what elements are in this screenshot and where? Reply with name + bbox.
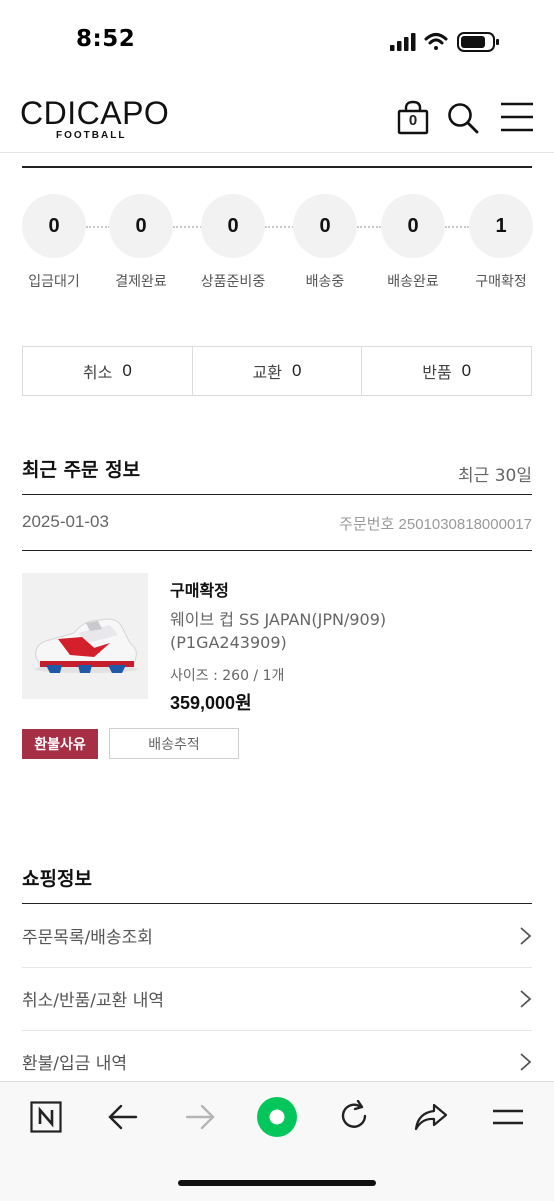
menu-order-list[interactable]: 주문목록/배송조회 <box>22 904 532 968</box>
menu-button[interactable] <box>500 102 534 132</box>
order-number[interactable]: 주문번호 2501030818000017 <box>339 513 532 534</box>
step-count-pending-deposit[interactable]: 0 <box>22 194 86 258</box>
step-label-payment-complete: 결제완료 <box>115 274 167 290</box>
search-button[interactable] <box>447 102 479 134</box>
reload-button[interactable] <box>338 1099 370 1132</box>
step-label-shipping: 배송중 <box>305 274 345 290</box>
product-price: 359,000원 <box>170 693 252 713</box>
step-connector <box>265 226 294 228</box>
claim-exchange-label: 교환 <box>252 363 282 382</box>
forward-arrow-icon <box>185 1104 215 1130</box>
battery-icon <box>457 32 499 52</box>
cart-button[interactable]: 0 <box>396 100 430 136</box>
green-home-button[interactable] <box>256 1096 298 1138</box>
forward-button[interactable] <box>185 1103 215 1131</box>
step-connector <box>445 226 469 228</box>
product-name[interactable]: 웨이브 컵 SS JAPAN(JPN/909) (P1GA243909) <box>170 608 450 654</box>
claim-return-count: 0 <box>461 361 472 380</box>
menu-cancel-return-exchange-label: 취소/반품/교환 내역 <box>22 991 164 1011</box>
green-dot-home-icon <box>257 1097 297 1137</box>
cart-count: 0 <box>408 112 418 129</box>
claim-return[interactable]: 반품 0 <box>362 347 531 395</box>
home-indicator[interactable] <box>178 1180 376 1186</box>
refund-reason-button[interactable]: 환불사유 <box>22 729 98 759</box>
section-divider <box>22 494 532 495</box>
menu-refund-deposit-label: 환불/입금 내역 <box>22 1054 127 1074</box>
order-divider <box>22 550 532 551</box>
step-label-purchase-confirmed: 구매확정 <box>475 274 527 290</box>
signal-icon <box>390 33 416 51</box>
recent-orders-period[interactable]: 최근 30일 <box>458 461 532 486</box>
back-arrow-icon <box>108 1104 138 1130</box>
menu-cancel-return-exchange[interactable]: 취소/반품/교환 내역 <box>22 967 532 1031</box>
claim-return-label: 반품 <box>422 363 452 382</box>
share-icon <box>414 1103 448 1131</box>
product-order-status: 구매확정 <box>170 581 229 600</box>
claim-cancel-count: 0 <box>122 361 132 380</box>
menu-icon <box>501 102 533 132</box>
hamburger-icon <box>493 1109 523 1125</box>
step-count-purchase-confirmed[interactable]: 1 <box>469 194 533 258</box>
menu-order-list-label: 주문목록/배송조회 <box>22 928 153 948</box>
reload-icon <box>341 1099 367 1128</box>
logo-sub-text: FOOTBALL <box>56 130 127 141</box>
step-connector <box>357 226 381 228</box>
step-label-preparing: 상품준비중 <box>200 274 266 290</box>
step-count-preparing[interactable]: 0 <box>201 194 265 258</box>
step-count-payment-complete[interactable]: 0 <box>109 194 173 258</box>
logo-main-text: CDICAPO <box>20 95 170 131</box>
share-button[interactable] <box>414 1102 448 1132</box>
step-label-pending-deposit: 입금대기 <box>28 274 80 290</box>
shopping-info-title: 쇼핑정보 <box>22 868 92 890</box>
step-connector <box>86 226 110 228</box>
step-connector <box>173 226 202 228</box>
chevron-right-icon <box>520 926 532 945</box>
step-count-shipping[interactable]: 0 <box>293 194 357 258</box>
chevron-right-icon <box>520 1052 532 1071</box>
wifi-icon <box>424 33 448 50</box>
claims-summary: 취소 0 교환 0 반품 0 <box>22 346 532 396</box>
claim-cancel-label: 취소 <box>82 363 113 382</box>
naver-n-icon <box>30 1101 62 1133</box>
product-name-line1: 웨이브 컵 SS JAPAN(JPN/909) <box>170 610 387 629</box>
browser-menu-button[interactable] <box>492 1107 524 1127</box>
order-date: 2025-01-03 <box>22 512 109 531</box>
back-button[interactable] <box>108 1103 138 1131</box>
recent-orders-title: 최근 주문 정보 <box>22 459 141 481</box>
product-thumbnail[interactable] <box>22 573 148 699</box>
naver-home-button[interactable] <box>30 1101 62 1133</box>
claim-exchange[interactable]: 교환 0 <box>193 347 363 395</box>
claim-cancel[interactable]: 취소 0 <box>23 347 193 395</box>
product-code: (P1GA243909) <box>170 633 287 652</box>
section-divider <box>22 166 532 168</box>
search-icon <box>448 103 479 134</box>
football-boot-image <box>34 618 138 673</box>
status-time: 8:52 <box>76 26 136 52</box>
step-label-delivered: 배송완료 <box>387 274 439 290</box>
claim-exchange-count: 0 <box>292 361 302 380</box>
step-count-delivered[interactable]: 0 <box>381 194 445 258</box>
site-logo[interactable]: CDICAPO FOOTBALL <box>20 95 170 142</box>
status-icons <box>390 30 510 54</box>
product-option: 사이즈 : 260 / 1개 <box>170 668 285 684</box>
chevron-right-icon <box>520 989 532 1008</box>
track-shipping-button[interactable]: 배송추적 <box>109 728 239 759</box>
